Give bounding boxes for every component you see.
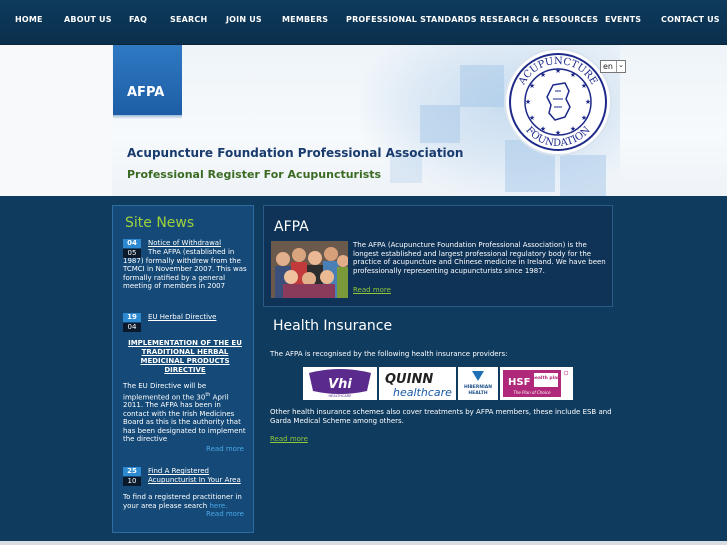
news-text-herbal: The EU Directive will be implemented on … bbox=[123, 382, 246, 444]
news-date-month: 10 bbox=[123, 477, 141, 486]
news-date-month: 04 bbox=[123, 323, 141, 332]
nav-research-resources[interactable]: RESEARCH & RESOURCES bbox=[480, 15, 598, 24]
health-insurance-title: Health Insurance bbox=[273, 318, 393, 334]
news-text-find: To find a registered practitioner in you… bbox=[123, 493, 242, 510]
svg-text:★: ★ bbox=[525, 98, 531, 106]
svg-text:★: ★ bbox=[581, 82, 587, 90]
decorative-square bbox=[560, 155, 606, 196]
health-readmore-link[interactable]: Read more bbox=[270, 435, 308, 443]
health-insurance-other: Other health insurance schemes also cove… bbox=[270, 408, 612, 425]
svg-text:★: ★ bbox=[555, 129, 561, 137]
header-left-panel bbox=[0, 45, 112, 196]
quinn-text: QUINN bbox=[385, 372, 433, 387]
vhi-sub-text: HEALTHCARE bbox=[329, 394, 352, 398]
hibernian-logo[interactable]: HIBERNIAN HEALTH bbox=[458, 367, 498, 400]
nav-professional-standards[interactable]: PROFESSIONAL STANDARDS bbox=[346, 15, 477, 24]
svg-text:★: ★ bbox=[570, 125, 576, 133]
quinn-logo[interactable]: QUINN healthcare bbox=[379, 367, 456, 400]
hsf-text: HSF bbox=[508, 377, 530, 388]
svg-text:★: ★ bbox=[555, 67, 561, 75]
svg-text:★: ★ bbox=[570, 71, 576, 79]
vhi-logo[interactable]: Vhi HEALTHCARE bbox=[303, 367, 377, 400]
afpa-intro-box: AFPA The AFPA (Acupuncture Foundation Pr… bbox=[263, 205, 613, 307]
nav-home[interactable]: HOME bbox=[15, 15, 43, 24]
afpa-box-title: AFPA bbox=[274, 219, 309, 235]
insurance-logos: Vhi HEALTHCARE QUINN healthcare HIBERNIA… bbox=[303, 367, 575, 400]
hsf-sub-text: The Plan of Choice bbox=[513, 390, 551, 395]
nav-search[interactable]: SEARCH bbox=[170, 15, 207, 24]
chevron-down-icon: ⌄ bbox=[616, 61, 625, 72]
news-date-day: 04 bbox=[123, 239, 141, 248]
site-header: AFPA Acupuncture Foundation Professional… bbox=[0, 45, 727, 196]
hsf-logo[interactable]: HSF health plan The Plan of Choice bbox=[500, 367, 573, 400]
nav-about-us[interactable]: ABOUT US bbox=[64, 15, 112, 24]
nav-contact-us[interactable]: CONTACT US bbox=[661, 15, 720, 24]
quinn-sub-text: healthcare bbox=[393, 386, 452, 399]
news-date-day: 25 bbox=[123, 467, 141, 476]
nav-events[interactable]: EVENTS bbox=[605, 15, 641, 24]
footer-strip bbox=[0, 541, 727, 545]
svg-text:★: ★ bbox=[529, 114, 535, 122]
hibernian-health-text: HEALTH bbox=[468, 390, 488, 396]
news-link-withdrawal[interactable]: Notice of Withdrawal bbox=[148, 239, 221, 247]
svg-text:★: ★ bbox=[581, 114, 587, 122]
afpa-logo-tab[interactable]: AFPA bbox=[113, 45, 182, 115]
decorative-square bbox=[460, 65, 504, 107]
nav-join-us[interactable]: JOIN US bbox=[226, 15, 262, 24]
svg-text:★: ★ bbox=[585, 98, 591, 106]
news-link-find-acupuncturist[interactable]: Find A Registered bbox=[148, 467, 209, 475]
nav-faq[interactable]: FAQ bbox=[129, 15, 147, 24]
afpa-tab-shadow bbox=[113, 115, 182, 119]
svg-text:★: ★ bbox=[540, 71, 546, 79]
decorative-square bbox=[420, 105, 460, 143]
health-insurance-intro: The AFPA is recognised by the following … bbox=[270, 350, 508, 358]
afpa-readmore-link[interactable]: Read more bbox=[353, 286, 391, 294]
site-news-title: Site News bbox=[125, 215, 195, 231]
language-select[interactable]: en ⌄ bbox=[600, 60, 626, 73]
news-link-herbal-directive[interactable]: EU Herbal Directive bbox=[148, 313, 216, 321]
svg-text:★: ★ bbox=[529, 82, 535, 90]
news-date-day: 19 bbox=[123, 313, 141, 322]
news-readmore-herbal[interactable]: Read more bbox=[206, 445, 244, 453]
afpa-description: The AFPA (Acupuncture Foundation Profess… bbox=[353, 241, 606, 275]
svg-text:★: ★ bbox=[540, 125, 546, 133]
language-value: en bbox=[603, 62, 613, 71]
main-navigation: HOME ABOUT US FAQ SEARCH JOIN US MEMBERS… bbox=[0, 0, 727, 45]
hibernian-text: HIBERNIAN bbox=[464, 384, 492, 390]
news-link-find-acupuncturist-2[interactable]: Acupuncturist In Your Area bbox=[148, 476, 241, 484]
news-heading-herbal: IMPLEMENTATION OF THE EU TRADITIONAL HER… bbox=[128, 339, 242, 374]
site-subtitle: Professional Register For Acupuncturists bbox=[127, 168, 382, 181]
nav-members[interactable]: MEMBERS bbox=[282, 15, 328, 24]
afpa-logo-text: AFPA bbox=[127, 85, 165, 100]
site-title: Acupuncture Foundation Professional Asso… bbox=[127, 146, 464, 160]
news-readmore-find[interactable]: Read more bbox=[206, 510, 244, 518]
vhi-text: Vhi bbox=[328, 377, 352, 392]
acupuncture-foundation-seal: ACUPUNCTURE FOUNDATION ★ ★★ ★★★ ★★★ ★★★ bbox=[504, 48, 612, 156]
group-photo bbox=[271, 241, 348, 298]
here-link[interactable]: here. bbox=[209, 502, 227, 510]
news-text-withdrawal: The AFPA (established in 1987) formally … bbox=[123, 248, 247, 290]
hsf-health-plan-text: health plan bbox=[532, 375, 561, 381]
site-news-panel: Site News 04 05 Notice of Withdrawal The… bbox=[112, 205, 254, 533]
